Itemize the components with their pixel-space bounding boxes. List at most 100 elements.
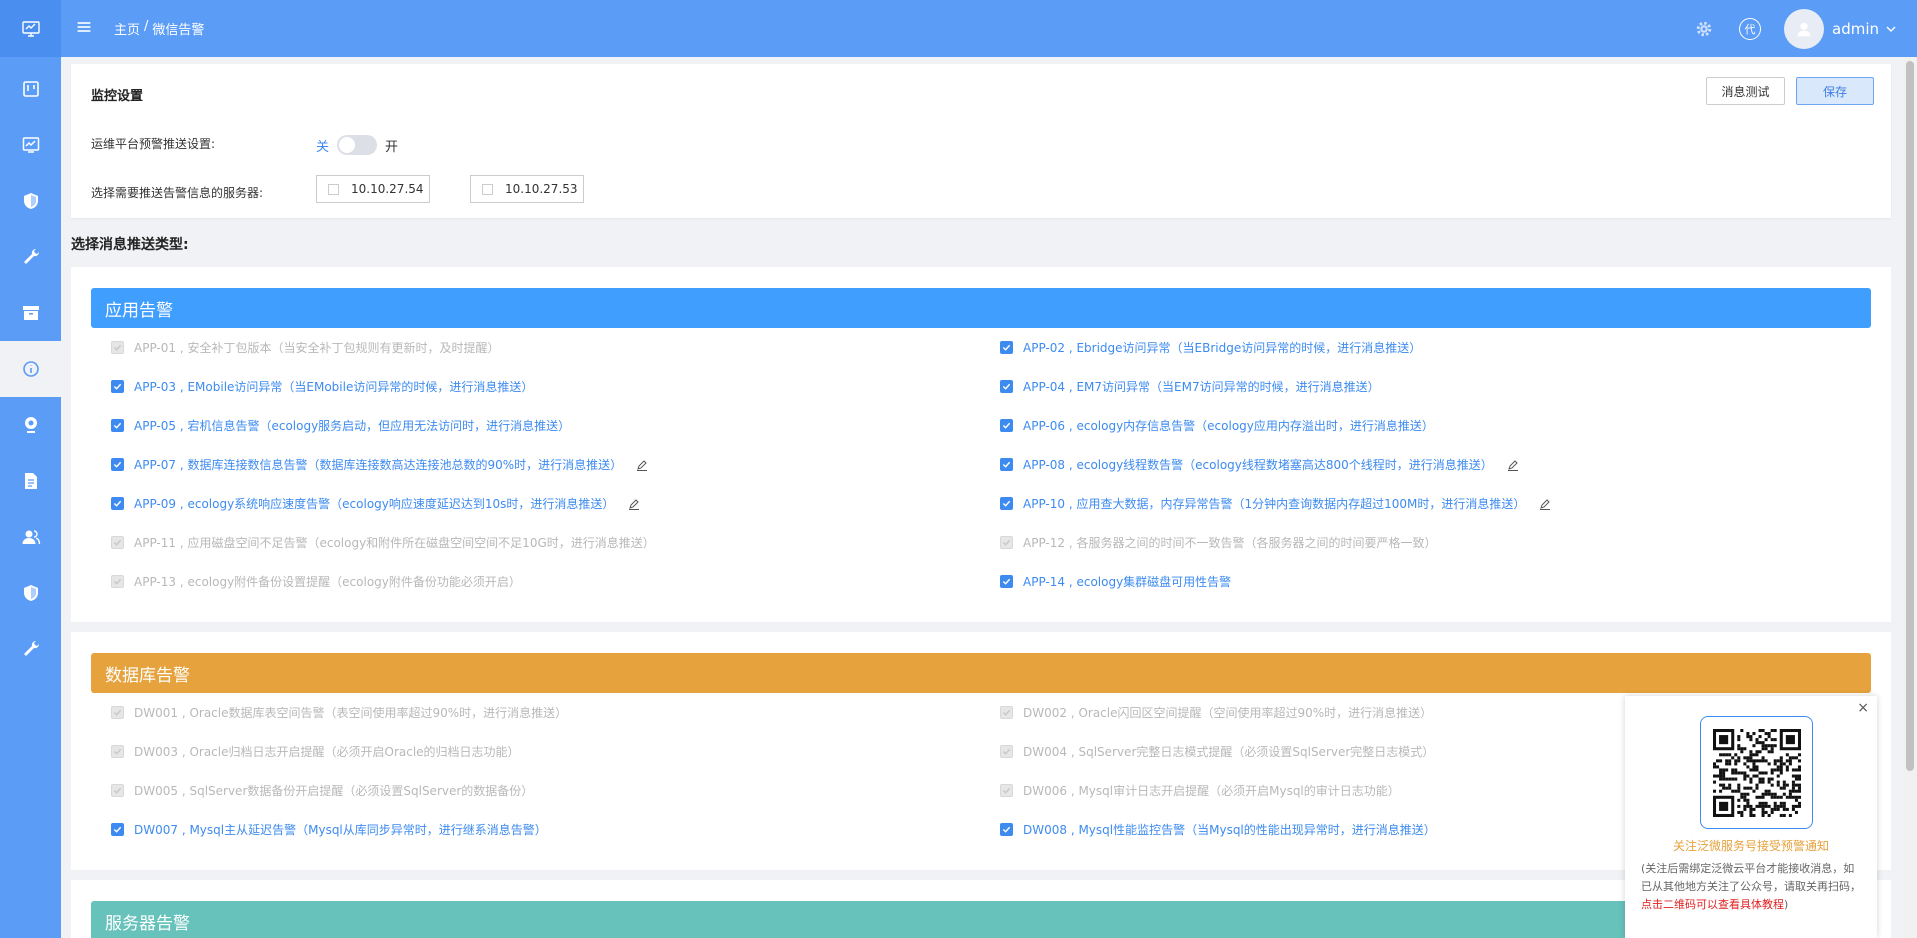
alert-item[interactable]: APP-05 , 宕机信息告警（ecology服务启动，但应用无法访问时，进行消… — [111, 417, 570, 434]
sidebar-item-tools[interactable] — [0, 229, 61, 285]
sidebar — [0, 0, 61, 938]
alert-item[interactable]: DW004 , SqlServer完整日志模式提醒（必须设置SqlServer完… — [1000, 743, 1434, 760]
alert-item[interactable]: APP-06 , ecology内存信息告警（ecology应用内存溢出时，进行… — [1000, 417, 1434, 434]
breadcrumb-separator: / — [144, 19, 149, 34]
alert-item[interactable]: DW007 , Mysql主从延迟告警（Mysql从库同步异常时，进行继系消息告… — [111, 821, 547, 838]
sidebar-item-location[interactable] — [0, 397, 61, 453]
checkbox-icon[interactable] — [1000, 823, 1013, 836]
checkbox-icon[interactable] — [1000, 458, 1013, 471]
alert-item-label: APP-01 , 安全补丁包版本（当安全补丁包规则有更新时，及时提醒） — [134, 341, 500, 355]
alert-item-label: APP-10 , 应用查大数据，内存异常告警（1分钟内查询数据内存超过100M时… — [1023, 497, 1526, 511]
avatar[interactable] — [1784, 8, 1824, 49]
settings-gear-icon[interactable] — [1692, 17, 1716, 41]
alert-item[interactable]: DW003 , Oracle归档日志开启提醒（必须开启Oracle的归档日志功能… — [111, 743, 520, 760]
alert-item[interactable]: APP-01 , 安全补丁包版本（当安全补丁包规则有更新时，及时提醒） — [111, 339, 499, 356]
alert-item[interactable]: APP-04 , EM7访问异常（当EM7访问异常的时候，进行消息推送） — [1000, 378, 1380, 395]
checkbox-icon[interactable] — [482, 183, 493, 195]
alert-item[interactable]: DW005 , SqlServer数据备份开启提醒（必须设置SqlServer的… — [111, 782, 533, 799]
checkbox-icon[interactable] — [328, 183, 339, 195]
edit-pencil-icon[interactable] — [636, 459, 648, 471]
alert-item[interactable]: APP-10 , 应用查大数据，内存异常告警（1分钟内查询数据内存超过100M时… — [1000, 495, 1551, 512]
checkbox-icon — [111, 575, 124, 588]
alert-item-label: APP-07 , 数据库连接数信息告警（数据库连接数高达连接池总数的90%时，进… — [134, 458, 623, 472]
checkbox-icon[interactable] — [111, 497, 124, 510]
toggle-on-label: 开 — [385, 139, 399, 155]
breadcrumb-current: 微信告警 — [152, 23, 205, 38]
sidebar-item-archive[interactable] — [0, 285, 61, 341]
edit-pencil-icon[interactable] — [1507, 459, 1519, 471]
alert-item-label: APP-14 , ecology集群磁盘可用性告警 — [1023, 575, 1232, 589]
menu-toggle-icon[interactable] — [76, 19, 96, 38]
alert-item-label: APP-03 , EMobile访问异常（当EMobile访问异常的时候，进行消… — [134, 380, 534, 394]
sidebar-item-security[interactable] — [0, 173, 61, 229]
qr-desc-text: (关注后需绑定泛微云平台才能接收消息，如已从其他地方关注了公众号，请取关再扫码， — [1641, 862, 1861, 893]
sidebar-item-document[interactable] — [0, 453, 61, 509]
monitor-settings-panel: 监控设置 消息测试 保存 运维平台预警推送设置: 关 开 选择需要推送告警信息的… — [71, 64, 1891, 218]
checkbox-icon — [1000, 706, 1013, 719]
proxy-icon[interactable]: 代 — [1738, 17, 1762, 41]
toggle-off-label: 关 — [316, 139, 330, 155]
checkbox-icon[interactable] — [111, 380, 124, 393]
panel-title: 监控设置 — [91, 89, 144, 104]
scroll-thumb[interactable] — [1906, 61, 1914, 771]
checkbox-icon — [111, 745, 124, 758]
alert-item-label: DW008 , Mysql性能监控告警（当Mysql的性能出现异常时，进行消息推… — [1023, 823, 1436, 837]
message-test-button[interactable]: 消息测试 — [1706, 77, 1785, 105]
sidebar-item-tools-2[interactable] — [0, 621, 61, 677]
checkbox-icon[interactable] — [1000, 575, 1013, 588]
server-checkbox-1[interactable]: 10.10.27.54 — [316, 175, 430, 203]
alert-item[interactable]: APP-14 , ecology集群磁盘可用性告警 — [1000, 573, 1231, 590]
monitor-logo-icon[interactable] — [0, 0, 61, 57]
alert-item[interactable]: DW002 , Oracle闪回区空间提醒（空间使用率超过90%时，进行消息推送… — [1000, 704, 1432, 721]
alert-item[interactable]: APP-07 , 数据库连接数信息告警（数据库连接数高达连接池总数的90%时，进… — [111, 456, 648, 473]
alert-item[interactable]: APP-08 , ecology线程数告警（ecology线程数堵塞高达800个… — [1000, 456, 1519, 473]
sidebar-item-security-2[interactable] — [0, 565, 61, 621]
checkbox-icon — [111, 536, 124, 549]
alert-item[interactable]: APP-11 , 应用磁盘空间不足告警（ecology和附件所在磁盘空间空间不足… — [111, 534, 655, 551]
checkbox-icon[interactable] — [1000, 380, 1013, 393]
sidebar-item-users[interactable] — [0, 509, 61, 565]
server-ip: 10.10.27.54 — [351, 182, 424, 196]
close-icon[interactable]: × — [1857, 700, 1869, 716]
chevron-down-icon[interactable] — [1885, 23, 1897, 35]
push-toggle-switch[interactable] — [337, 135, 378, 155]
checkbox-icon[interactable] — [1000, 419, 1013, 432]
breadcrumb-home[interactable]: 主页 — [114, 19, 140, 38]
qr-description: (关注后需绑定泛微云平台才能接收消息，如已从其他地方关注了公众号，请取关再扫码，… — [1641, 860, 1865, 914]
db-alerts-header: 数据库告警 — [91, 653, 1871, 693]
user-name[interactable]: admin — [1832, 20, 1879, 38]
checkbox-icon[interactable] — [111, 458, 124, 471]
sidebar-item-board[interactable] — [0, 61, 61, 117]
alert-item[interactable]: APP-09 , ecology系统响应速度告警（ecology响应速度延迟达到… — [111, 495, 640, 512]
qr-code-image[interactable] — [1700, 716, 1813, 829]
save-button[interactable]: 保存 — [1796, 77, 1874, 105]
alert-item[interactable]: APP-13 , ecology附件备份设置提醒（ecology附件备份功能必须… — [111, 573, 521, 590]
checkbox-icon[interactable] — [111, 419, 124, 432]
alert-item-label: APP-05 , 宕机信息告警（ecology服务启动，但应用无法访问时，进行消… — [134, 419, 571, 433]
server-checkbox-2[interactable]: 10.10.27.53 — [470, 175, 584, 203]
checkbox-icon[interactable] — [1000, 497, 1013, 510]
checkbox-icon[interactable] — [111, 823, 124, 836]
checkbox-icon — [1000, 745, 1013, 758]
alert-item[interactable]: APP-02 , Ebridge访问异常（当EBridge访问异常的时候，进行消… — [1000, 339, 1421, 356]
server-alerts-panel: 服务器告警 — [71, 880, 1891, 938]
sidebar-item-monitor[interactable] — [0, 117, 61, 173]
edit-pencil-icon[interactable] — [628, 498, 640, 510]
alert-item[interactable]: DW001 , Oracle数据库表空间告警（表空间使用率超过90%时，进行消息… — [111, 704, 567, 721]
sidebar-item-alerts[interactable] — [0, 341, 61, 397]
alert-item-label: DW004 , SqlServer完整日志模式提醒（必须设置SqlServer完… — [1023, 745, 1435, 759]
alert-item-label: APP-08 , ecology线程数告警（ecology线程数堵塞高达800个… — [1023, 458, 1493, 472]
alert-item[interactable]: DW006 , Mysql审计日志开启提醒（必须开启Mysql的审计日志功能） — [1000, 782, 1400, 799]
edit-pencil-icon[interactable] — [1539, 498, 1551, 510]
qr-tutorial-link[interactable]: 点击二维码可以查看具体教程 — [1641, 898, 1784, 911]
alert-item-label: DW002 , Oracle闪回区空间提醒（空间使用率超过90%时，进行消息推送… — [1023, 706, 1433, 720]
qr-desc-end: ) — [1784, 898, 1789, 911]
alert-item-label: DW005 , SqlServer数据备份开启提醒（必须设置SqlServer的… — [134, 784, 534, 798]
db-alerts-panel: 数据库告警 DW001 , Oracle数据库表空间告警（表空间使用率超过90%… — [71, 632, 1891, 870]
page-scrollbar[interactable] — [1903, 57, 1917, 938]
alert-item[interactable]: APP-12 , 各服务器之间的时间不一致告警（各服务器之间的时间要严格一致） — [1000, 534, 1436, 551]
alert-item-label: APP-11 , 应用磁盘空间不足告警（ecology和附件所在磁盘空间空间不足… — [134, 536, 655, 550]
checkbox-icon[interactable] — [1000, 341, 1013, 354]
alert-item[interactable]: DW008 , Mysql性能监控告警（当Mysql的性能出现异常时，进行消息推… — [1000, 821, 1436, 838]
alert-item[interactable]: APP-03 , EMobile访问异常（当EMobile访问异常的时候，进行消… — [111, 378, 533, 395]
